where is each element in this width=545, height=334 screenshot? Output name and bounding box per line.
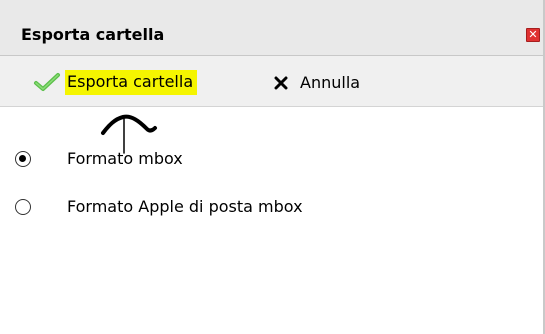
radio-apple-mail-mbox-format[interactable] [15,199,31,215]
cancel-label: Annulla [300,73,361,92]
option-apple-mail-mbox-format[interactable]: Formato Apple di posta mbox [15,197,303,217]
dialog-toolbar: Esporta cartella Annulla [0,56,543,107]
dialog-title: Esporta cartella [21,25,165,44]
dialog-titlebar: Esporta cartella ✕ [0,0,543,56]
option-mbox-format-label: Formato mbox [67,149,183,168]
export-folder-dialog: Esporta cartella ✕ Esporta cartella Annu… [0,0,545,334]
close-icon[interactable]: ✕ [526,28,540,42]
radio-mbox-format[interactable] [15,151,31,167]
export-folder-label: Esporta cartella [65,69,198,95]
option-apple-mail-mbox-format-label: Formato Apple di posta mbox [67,197,303,216]
option-mbox-format[interactable]: Formato mbox [15,149,183,169]
export-folder-button[interactable]: Esporta cartella [33,68,198,96]
checkmark-icon [34,73,60,91]
x-icon [274,76,288,90]
cancel-button[interactable]: Annulla [274,71,360,95]
